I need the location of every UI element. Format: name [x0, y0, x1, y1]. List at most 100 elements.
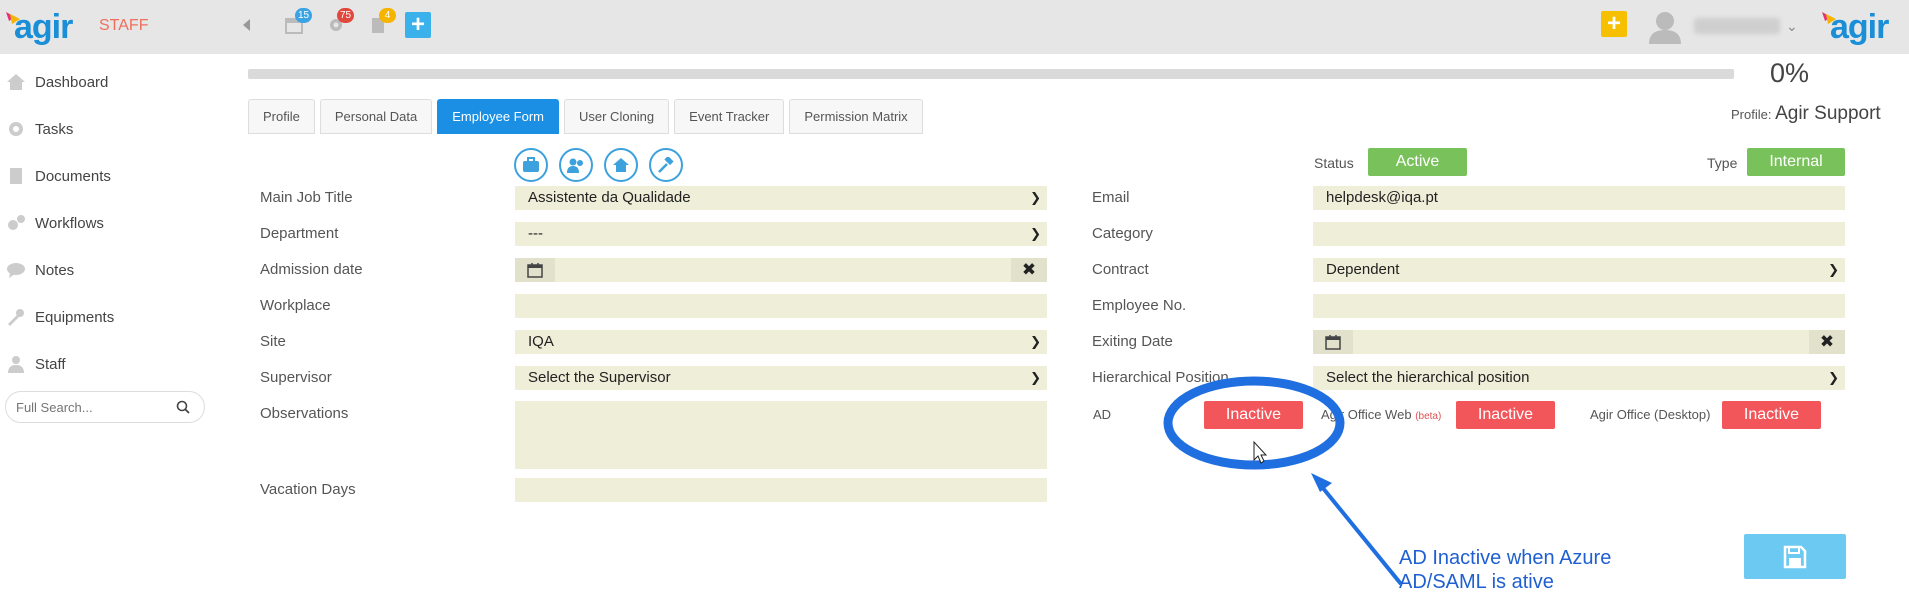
observations-label: Observations — [260, 405, 349, 422]
document-icon — [10, 168, 22, 184]
annotation-line-1: AD Inactive when Azure — [1399, 547, 1612, 569]
user-name-blurred[interactable] — [1694, 18, 1780, 34]
calendar-icon[interactable] — [515, 258, 555, 282]
user-icon — [8, 356, 24, 373]
search-icon[interactable] — [176, 400, 190, 414]
supervisor-label: Supervisor — [260, 369, 332, 386]
save-button[interactable] — [1744, 534, 1846, 579]
sidebar-item-label: Notes — [35, 261, 75, 279]
hierarchical-position-value: Select the hierarchical position — [1326, 369, 1530, 386]
profile-label: Profile: — [1731, 107, 1772, 122]
sidebar-item-label: Tasks — [35, 120, 74, 138]
avatar[interactable] — [1647, 10, 1683, 44]
bird-logo-icon — [6, 12, 20, 24]
chevron-down-icon[interactable]: ⌄ — [1786, 18, 1798, 35]
mouse-cursor-icon — [1253, 440, 1268, 464]
briefcase-icon[interactable] — [514, 148, 548, 182]
office-web-status-button[interactable]: Inactive — [1456, 401, 1555, 429]
docs-badge: 4 — [379, 8, 396, 23]
workplace-input[interactable] — [515, 294, 1047, 318]
sidebar-item-staff[interactable]: Staff — [0, 349, 205, 379]
supervisor-value: Select the Supervisor — [528, 369, 671, 386]
full-search — [5, 391, 205, 423]
logo-text: agir — [14, 8, 73, 46]
collapse-sidebar-icon[interactable] — [243, 19, 250, 31]
supervisor-select[interactable]: Select the Supervisor ❯ — [515, 366, 1047, 390]
employee-no-input[interactable] — [1313, 294, 1845, 318]
sidebar-item-workflows[interactable]: Workflows — [0, 208, 205, 238]
gavel-icon[interactable] — [649, 148, 683, 182]
email-field[interactable]: helpdesk@iqa.pt — [1313, 186, 1845, 210]
contract-label: Contract — [1092, 261, 1149, 278]
tab-profile[interactable]: Profile — [248, 99, 315, 134]
clear-date-icon[interactable]: ✖ — [1011, 258, 1047, 282]
calendar-icon[interactable] — [1313, 330, 1353, 354]
tab-employee-form[interactable]: Employee Form — [437, 99, 559, 134]
bird-logo-icon — [1822, 12, 1836, 24]
site-select[interactable]: IQA ❯ — [515, 330, 1047, 354]
hierarchical-position-select[interactable]: Select the hierarchical position ❯ — [1313, 366, 1845, 390]
employee-no-label: Employee No. — [1092, 297, 1187, 314]
sidebar-item-label: Staff — [35, 355, 66, 373]
tab-permission-matrix[interactable]: Permission Matrix — [789, 99, 923, 134]
office-web-label: Agir Office Web (beta) — [1321, 407, 1441, 422]
home-icon — [7, 74, 25, 90]
sidebar-item-dashboard[interactable]: Dashboard — [0, 67, 205, 97]
status-badge[interactable]: Active — [1368, 148, 1467, 176]
tasks-notifications[interactable]: 75 — [327, 8, 355, 36]
tab-personal-data[interactable]: Personal Data — [319, 99, 433, 134]
main-job-title-label: Main Job Title — [260, 189, 353, 206]
category-input[interactable] — [1313, 222, 1845, 246]
hierarchical-position-label: Hierarchical Position — [1092, 369, 1229, 386]
status-label: Status — [1314, 155, 1354, 171]
chat-icon — [7, 263, 25, 278]
calendar-notifications[interactable]: 15 — [285, 8, 313, 36]
exiting-date-field[interactable]: ✖ — [1313, 330, 1845, 354]
agir-logo-right: agir — [1822, 8, 1889, 47]
department-select[interactable]: --- ❯ — [515, 222, 1047, 246]
vacation-days-label: Vacation Days — [260, 481, 356, 498]
quick-add-button[interactable]: + — [405, 12, 431, 38]
observations-textarea[interactable] — [515, 401, 1047, 469]
contract-select[interactable]: Dependent ❯ — [1313, 258, 1845, 282]
users-icon[interactable] — [559, 148, 593, 182]
top-bar: agir STAFF 15 75 4 + + ⌄ agir — [0, 0, 1909, 54]
type-badge[interactable]: Internal — [1747, 148, 1845, 176]
main-job-title-value: Assistente da Qualidade — [528, 189, 691, 206]
tab-event-tracker[interactable]: Event Tracker — [674, 99, 785, 134]
chevron-down-icon: ❯ — [1828, 262, 1839, 277]
sidebar-item-tasks[interactable]: Tasks — [0, 114, 205, 144]
chevron-down-icon: ❯ — [1030, 370, 1041, 385]
chevron-down-icon: ❯ — [1030, 226, 1041, 241]
app-section-label: STAFF — [99, 17, 149, 34]
main-job-title-select[interactable]: Assistente da Qualidade ❯ — [515, 186, 1047, 210]
wrench-icon — [8, 309, 24, 326]
clear-date-icon[interactable]: ✖ — [1809, 330, 1845, 354]
sidebar-item-label: Workflows — [35, 214, 104, 232]
admission-date-field[interactable]: ✖ — [515, 258, 1047, 282]
completion-percentage: 0% — [1770, 58, 1810, 88]
search-input[interactable] — [16, 399, 176, 415]
completion-progress-bar — [248, 69, 1734, 79]
sidebar-item-notes[interactable]: Notes — [0, 255, 205, 285]
annotation-line-2: AD/SAML is ative — [1399, 571, 1554, 593]
new-item-button[interactable]: + — [1601, 11, 1627, 37]
department-value: --- — [528, 225, 543, 242]
contract-value: Dependent — [1326, 261, 1400, 278]
documents-notifications[interactable]: 4 — [369, 8, 396, 36]
agir-logo[interactable]: agir — [6, 8, 73, 47]
category-label: Category — [1092, 225, 1153, 242]
type-label: Type — [1707, 155, 1738, 171]
tab-user-cloning[interactable]: User Cloning — [564, 99, 670, 134]
ad-label: AD — [1093, 407, 1112, 422]
sidebar-item-label: Equipments — [35, 308, 115, 326]
sidebar-item-documents[interactable]: Documents — [0, 161, 205, 191]
cogs-icon — [8, 215, 25, 230]
home-icon[interactable] — [604, 148, 638, 182]
office-desktop-status-button[interactable]: Inactive — [1722, 401, 1821, 429]
gear-icon — [9, 122, 23, 136]
vacation-days-input[interactable] — [515, 478, 1047, 502]
ad-status-button[interactable]: Inactive — [1204, 401, 1303, 429]
sidebar-item-equipments[interactable]: Equipments — [0, 302, 205, 332]
department-label: Department — [260, 225, 339, 242]
